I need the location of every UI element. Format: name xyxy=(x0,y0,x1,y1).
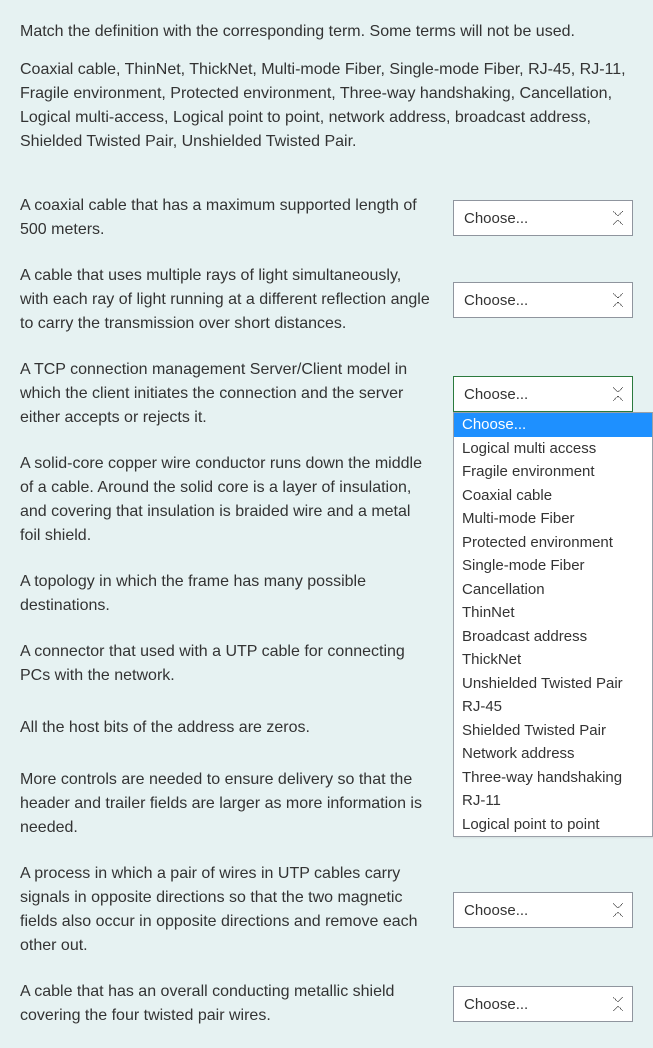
question-row: A coaxial cable that has a maximum suppo… xyxy=(20,194,633,242)
answer-select[interactable]: Choose... xyxy=(453,892,633,928)
dropdown-option[interactable]: Network address xyxy=(454,742,652,766)
dropdown-panel[interactable]: Choose...Logical multi accessFragile env… xyxy=(453,412,653,837)
dropdown-option[interactable]: Shielded Twisted Pair xyxy=(454,719,652,743)
dropdown-option[interactable]: Fragile environment xyxy=(454,460,652,484)
dropdown-option[interactable]: Protected environment xyxy=(454,531,652,555)
dropdown-option[interactable]: Logical point to point xyxy=(454,813,652,837)
dropdown-option[interactable]: RJ-11 xyxy=(454,789,652,813)
question-text: A coaxial cable that has a maximum suppo… xyxy=(20,194,433,242)
dropdown-option[interactable]: ThinNet xyxy=(454,601,652,625)
dropdown-option[interactable]: Coaxial cable xyxy=(454,484,652,508)
answer-select[interactable]: Choose... xyxy=(453,200,633,236)
dropdown-option[interactable]: Unshielded Twisted Pair xyxy=(454,672,652,696)
dropdown-option[interactable]: Choose... xyxy=(454,413,652,437)
questions-container: A coaxial cable that has a maximum suppo… xyxy=(20,194,633,1028)
question-text: More controls are needed to ensure deliv… xyxy=(20,768,433,840)
instructions-block: Match the definition with the correspond… xyxy=(20,20,633,154)
question-text: A TCP connection management Server/Clien… xyxy=(20,358,433,430)
instruction-text: Match the definition with the correspond… xyxy=(20,20,633,44)
dropdown-option[interactable]: RJ-45 xyxy=(454,695,652,719)
dropdown-option[interactable]: Three-way handshaking xyxy=(454,766,652,790)
question-text: A cable that uses multiple rays of light… xyxy=(20,264,433,336)
question-text: A process in which a pair of wires in UT… xyxy=(20,862,433,958)
dropdown-option[interactable]: Single-mode Fiber xyxy=(454,554,652,578)
question-text: A connector that used with a UTP cable f… xyxy=(20,640,433,688)
answer-select-wrap: Choose... xyxy=(453,282,633,318)
answer-select-wrap: Choose... xyxy=(453,892,633,928)
answer-select[interactable]: Choose... xyxy=(453,986,633,1022)
answer-select[interactable]: Choose... xyxy=(453,376,633,412)
question-row: A cable that has an overall conducting m… xyxy=(20,980,633,1028)
question-row: A cable that uses multiple rays of light… xyxy=(20,264,633,336)
answer-select-wrap: Choose...Choose...Logical multi accessFr… xyxy=(453,376,633,412)
terms-list: Coaxial cable, ThinNet, ThickNet, Multi-… xyxy=(20,58,633,154)
question-row: A process in which a pair of wires in UT… xyxy=(20,862,633,958)
question-text: A topology in which the frame has many p… xyxy=(20,570,433,618)
question-text: All the host bits of the address are zer… xyxy=(20,716,433,740)
answer-select[interactable]: Choose... xyxy=(453,282,633,318)
answer-select-wrap: Choose... xyxy=(453,986,633,1022)
question-text: A cable that has an overall conducting m… xyxy=(20,980,433,1028)
question-row: A TCP connection management Server/Clien… xyxy=(20,358,633,430)
dropdown-option[interactable]: Cancellation xyxy=(454,578,652,602)
dropdown-option[interactable]: ThickNet xyxy=(454,648,652,672)
dropdown-option[interactable]: Logical multi access xyxy=(454,437,652,461)
dropdown-option[interactable]: Broadcast address xyxy=(454,625,652,649)
dropdown-option[interactable]: Multi-mode Fiber xyxy=(454,507,652,531)
question-text: A solid-core copper wire conductor runs … xyxy=(20,452,433,548)
answer-select-wrap: Choose... xyxy=(453,200,633,236)
